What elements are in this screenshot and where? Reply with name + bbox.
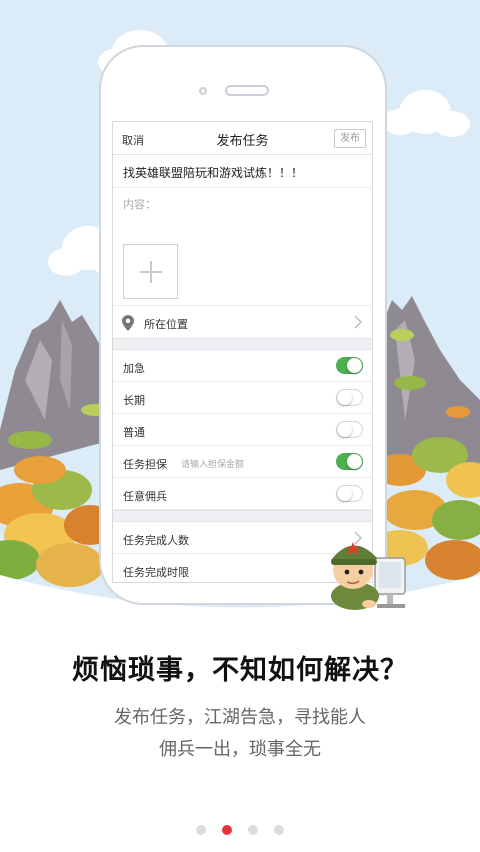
- guarantee-amount-input[interactable]: 请输入担保金额: [181, 457, 244, 470]
- option-row-long-term: 长期: [113, 382, 372, 414]
- page-indicator: [0, 825, 480, 835]
- speaker-grille: [225, 85, 269, 96]
- option-row-any-mercenary: 任意佣兵: [113, 478, 372, 510]
- long-term-toggle[interactable]: [336, 389, 363, 406]
- page-dot[interactable]: [248, 825, 258, 835]
- completion-time-label: 任务完成时限: [123, 566, 189, 579]
- normal-toggle[interactable]: [336, 421, 363, 438]
- task-title-input[interactable]: 找英雄联盟陪玩和游戏试炼！！！: [113, 155, 372, 188]
- page-headline: 烦恼琐事，不知如何解决？: [72, 655, 408, 686]
- option-row-normal: 普通: [113, 414, 372, 446]
- publish-task-form: 取消 发布任务 发布 找英雄联盟陪玩和游戏试炼！！！ 内容： 所在位置 加急 长…: [112, 121, 373, 583]
- camera-icon: [199, 87, 207, 95]
- publish-button[interactable]: 发布: [334, 129, 366, 148]
- subtitle-line-1: 发布任务，江湖告急，寻找能人: [114, 707, 366, 728]
- subtitle-line-2: 佣兵一出，琐事全无: [159, 739, 321, 760]
- soldier-mascot-illustration: [331, 542, 406, 610]
- chevron-right-icon: [354, 315, 362, 329]
- option-row-guarantee: 任务担保 请输入担保金额: [113, 446, 372, 478]
- completion-count-label: 任务完成人数: [123, 534, 189, 547]
- map-pin-icon: [122, 315, 134, 331]
- location-label: 所在位置: [144, 318, 188, 331]
- nav-bar: 取消 发布任务 发布: [113, 122, 372, 155]
- add-photo-button[interactable]: [123, 244, 178, 299]
- illustration-scene: 取消 发布任务 发布 找英雄联盟陪玩和游戏试炼！！！ 内容： 所在位置 加急 长…: [0, 0, 480, 620]
- location-row[interactable]: 所在位置: [113, 305, 372, 338]
- urgent-toggle[interactable]: [336, 357, 363, 374]
- content-input[interactable]: 内容：: [113, 188, 372, 244]
- option-label: 加急: [123, 362, 145, 375]
- page-dot[interactable]: [274, 825, 284, 835]
- page-dot[interactable]: [196, 825, 206, 835]
- page-dot[interactable]: [222, 825, 232, 835]
- guarantee-toggle[interactable]: [336, 453, 363, 470]
- option-label: 长期: [123, 394, 145, 407]
- option-label: 任务担保: [123, 458, 167, 471]
- option-label: 任意佣兵: [123, 490, 167, 503]
- any-mercenary-toggle[interactable]: [336, 485, 363, 502]
- option-row-urgent: 加急: [113, 350, 372, 382]
- option-label: 普通: [123, 426, 145, 439]
